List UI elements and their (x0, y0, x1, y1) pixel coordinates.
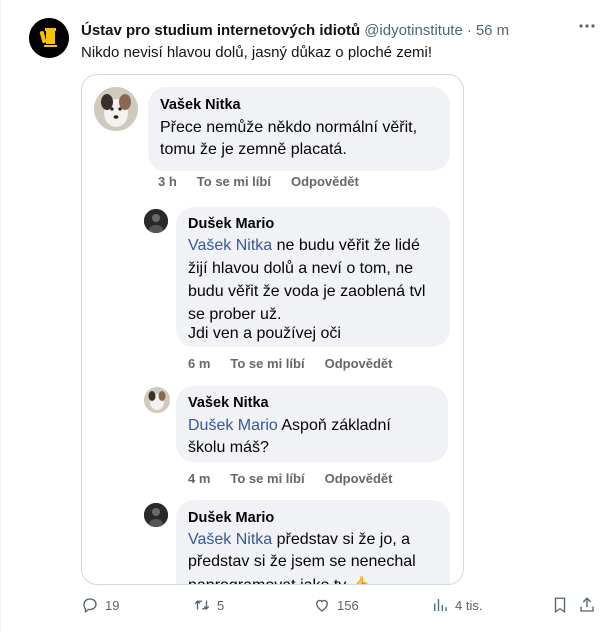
comment-text: Vašek Nitka představ si že jo, a (188, 531, 410, 549)
avatar (144, 503, 168, 527)
author-avatar[interactable] (29, 18, 69, 58)
views-icon (434, 599, 447, 611)
comment-author[interactable]: Dušek Mario (188, 216, 274, 232)
comment-time: 3 h (158, 174, 177, 189)
tweet-text: Nikdo nevisí hlavou dolů, jasný důkaz o … (81, 44, 433, 61)
tweet-header: Ústav pro studium internetových idiotů @… (81, 22, 509, 39)
comment-text: se prober už. (188, 306, 282, 323)
comment-text: naprogramovat jako ty 👍 (188, 575, 371, 584)
retweet-icon (194, 600, 210, 610)
like-link[interactable]: To se mi líbí (230, 356, 304, 371)
like-count: 156 (337, 597, 359, 613)
dog-photo-icon (144, 387, 170, 413)
tweet-time[interactable]: 56 m (476, 22, 509, 39)
like-button[interactable]: 156 (313, 596, 359, 614)
tweet-actions: 19 5 156 4 tis. (81, 596, 596, 620)
reply-link[interactable]: Odpovědět (325, 356, 393, 371)
comment-meta: 3 h To se mi líbí Odpovědět (158, 174, 359, 189)
reply-button[interactable]: 19 (81, 596, 119, 614)
retweet-count: 5 (217, 597, 225, 613)
reply-count: 19 (105, 597, 120, 613)
comment-text: budu věřit že voda je zaoblená tvl (188, 283, 426, 300)
comment-text: žijí hlavou dolů a neví o tom, ne (188, 260, 414, 277)
reply-link[interactable]: Odpovědět (291, 174, 359, 189)
comment-text: Přece nemůže někdo normální věřit, (160, 119, 418, 136)
avatar (144, 209, 168, 233)
author-name[interactable]: Ústav pro studium internetových idiotů (81, 22, 360, 39)
comment-text-part: ne budu věřit že lidé (272, 237, 420, 254)
comment-meta: 4 m To se mi líbí Odpovědět (188, 471, 392, 486)
mention-link[interactable]: Vašek Nitka (188, 237, 272, 254)
author-handle[interactable]: @idyotinstitute (364, 22, 463, 39)
retweet-button[interactable]: 5 (193, 596, 224, 614)
comment-text: školu máš? (188, 439, 269, 456)
comment-time: 4 m (188, 471, 211, 486)
reply-icon (83, 598, 97, 614)
comment-text: Dušek Mario Aspoň základní (188, 417, 391, 435)
separator-dot: · (466, 22, 472, 39)
comment-author[interactable]: Vašek Nitka (188, 395, 269, 411)
comment-text-part: představ si že jo, a (272, 531, 411, 548)
comment-text: představ si že jsem se nenechal (188, 553, 416, 570)
comment-text-part: Aspoň základní (277, 417, 391, 434)
tweet[interactable]: Ústav pro studium internetových idiotů @… (0, 0, 605, 633)
like-icon (316, 599, 328, 612)
share-icon (580, 597, 594, 612)
views-button[interactable]: 4 tis. (431, 596, 482, 614)
comment-text: tomu že je zemně placatá. (160, 141, 347, 158)
mention-link[interactable]: Vašek Nitka (188, 531, 272, 548)
person-photo-icon (144, 503, 168, 527)
like-link[interactable]: To se mi líbí (230, 471, 304, 486)
more-icon[interactable] (577, 18, 597, 34)
institute-logo-icon (29, 18, 69, 58)
reply-link[interactable]: Odpovědět (325, 471, 393, 486)
bookmark-button[interactable] (551, 596, 569, 614)
comment-meta: 6 m To se mi líbí Odpovědět (188, 356, 392, 371)
comment-author[interactable]: Vašek Nitka (160, 97, 241, 113)
comment-time: 6 m (188, 356, 211, 371)
comment-text: Jdi ven a používej oči (188, 325, 341, 342)
like-link[interactable]: To se mi líbí (197, 174, 271, 189)
share-button[interactable] (578, 596, 596, 614)
avatar (144, 387, 170, 413)
bookmark-icon (554, 597, 566, 614)
dog-photo-icon (94, 87, 138, 131)
view-count: 4 tis. (455, 597, 483, 613)
comment-author[interactable]: Dušek Mario (188, 510, 274, 526)
person-photo-icon (144, 209, 168, 233)
avatar (94, 87, 138, 131)
mention-link[interactable]: Dušek Mario (188, 417, 278, 434)
tweet-media-image[interactable]: Vašek Nitka Přece nemůže někdo normální … (81, 74, 464, 585)
comment-text: Vašek Nitka ne budu věřit že lidé (188, 237, 420, 255)
